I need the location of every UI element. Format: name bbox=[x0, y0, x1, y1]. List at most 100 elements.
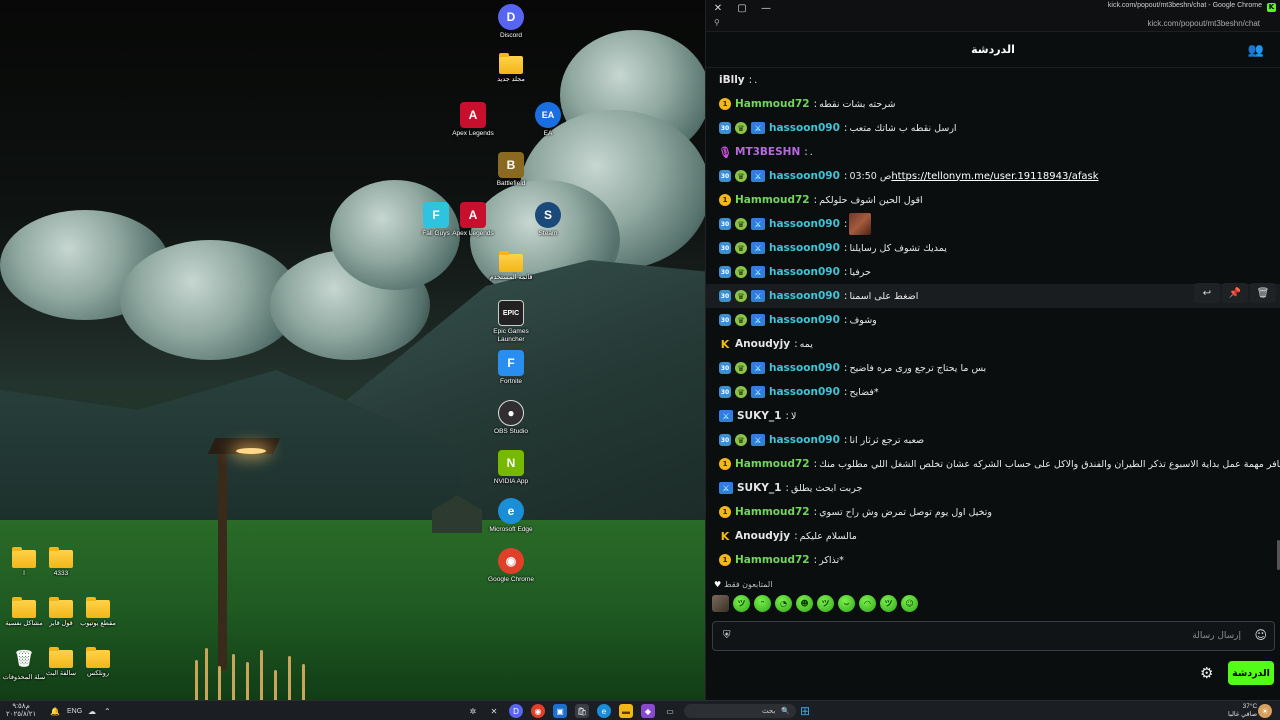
emote-icon[interactable]: ツ bbox=[880, 595, 897, 612]
emote-icon[interactable]: ☻ bbox=[796, 595, 813, 612]
app-taskbar-icon-2[interactable]: ◆ bbox=[641, 703, 655, 719]
emote-icon[interactable]: ☺ bbox=[901, 595, 918, 612]
desktop-icon-edge[interactable]: e Microsoft Edge bbox=[481, 498, 541, 534]
reply-icon[interactable]: ↩ bbox=[1194, 283, 1220, 303]
desktop-icon-nvidia[interactable]: N NVIDIA App bbox=[481, 450, 541, 486]
emote-icon[interactable]: ◔ bbox=[775, 595, 792, 612]
chat-username[interactable]: Hammoud72 bbox=[735, 458, 810, 470]
chat-username[interactable]: hassoon090 bbox=[769, 362, 840, 374]
chat-message[interactable]: 30 ♛ ⚔ hassoon090: bbox=[706, 212, 1280, 236]
chat-message[interactable]: 1 Hammoud72: تذاكر* bbox=[706, 548, 1280, 572]
chat-username[interactable]: hassoon090 bbox=[769, 314, 840, 326]
language-indicator[interactable]: ENG bbox=[67, 703, 82, 719]
chat-username[interactable]: Hammoud72 bbox=[735, 98, 810, 110]
chat-username[interactable]: hassoon090 bbox=[769, 290, 840, 302]
chat-username[interactable]: iBlly bbox=[719, 74, 745, 86]
address-bar[interactable]: ⚲ kick.com/popout/mt3beshn/chat bbox=[706, 16, 1280, 32]
taskbar-search[interactable]: بحث 🔍 bbox=[684, 704, 796, 718]
chat-message[interactable]: 1 Hammoud72: وتخيل اول يوم توصل تمرض وش ر… bbox=[706, 500, 1280, 524]
emote-icon[interactable]: ツ bbox=[817, 595, 834, 612]
desktop-icon-epic-games[interactable]: EPIC Epic Games Launcher bbox=[481, 300, 541, 344]
desktop-icon-ea[interactable]: EA EA bbox=[518, 102, 578, 138]
desktop-icon-apex-legends[interactable]: A Apex Legends bbox=[443, 102, 503, 138]
chat-username[interactable]: hassoon090 bbox=[769, 218, 840, 230]
chat-message[interactable]: 30 ♛ ⚔ hassoon090: ارسل نقطه ب شاتك متعب bbox=[706, 116, 1280, 140]
chat-username[interactable]: Hammoud72 bbox=[735, 506, 810, 518]
app-taskbar-icon[interactable]: ▣ bbox=[553, 703, 567, 719]
chat-username[interactable]: MT3BESHN bbox=[735, 146, 800, 158]
chat-username[interactable]: SUKY_1 bbox=[737, 482, 781, 494]
desktop-icon-apex-legends-2[interactable]: A Apex Legends bbox=[443, 202, 503, 238]
desktop-icon-folder[interactable]: قائمة المستخدم bbox=[481, 250, 541, 282]
tool-icon[interactable]: ✕ bbox=[487, 703, 501, 719]
desktop-icon-discord[interactable]: D Discord bbox=[481, 4, 541, 40]
discord-taskbar-icon[interactable]: D bbox=[509, 703, 523, 719]
desktop-icon-folder[interactable]: 4333 bbox=[31, 546, 91, 578]
chat-message[interactable]: ⚔ SUKY_1: جربت ابحث يطلق bbox=[706, 476, 1280, 500]
site-info-icon[interactable]: ⚲ bbox=[714, 18, 720, 27]
chat-message[interactable]: 30 ♛ ⚔ hassoon090: يمديك تشوف كل رسايلنا bbox=[706, 236, 1280, 260]
chat-message[interactable]: K Anoudyjy: يمه bbox=[706, 332, 1280, 356]
delete-icon[interactable]: 🗑 bbox=[1250, 283, 1276, 303]
chat-username[interactable]: hassoon090 bbox=[769, 266, 840, 278]
close-window-button[interactable]: ✕ bbox=[706, 0, 730, 16]
settings-gear-icon[interactable]: ⚙ bbox=[1200, 664, 1213, 682]
store-taskbar-icon[interactable]: 🛍 bbox=[575, 703, 589, 719]
chat-username[interactable]: hassoon090 bbox=[769, 122, 840, 134]
desktop-icon-new-folder[interactable]: مجلد جديد bbox=[481, 52, 541, 84]
desktop-icon-fortnite[interactable]: F Fortnite bbox=[481, 350, 541, 386]
desktop-icon-folder[interactable]: رونلكس bbox=[68, 646, 128, 678]
chat-message[interactable]: 🎙 MT3BESHN: . bbox=[706, 140, 1280, 164]
maximize-window-button[interactable]: ▢ bbox=[730, 0, 754, 16]
emoji-icon[interactable]: ☺ bbox=[1254, 628, 1267, 642]
desktop-icon-folder[interactable]: مقطع يوتيوب bbox=[68, 596, 128, 628]
chat-username[interactable]: Hammoud72 bbox=[735, 554, 810, 566]
chat-username[interactable]: SUKY_1 bbox=[737, 410, 781, 422]
start-button[interactable]: ⊞ bbox=[798, 703, 812, 719]
chat-username[interactable]: Anoudyjy bbox=[735, 338, 790, 350]
emote-icon[interactable] bbox=[712, 595, 729, 612]
emote-icon[interactable]: ツ bbox=[733, 595, 750, 612]
users-icon[interactable]: 👥 bbox=[1248, 43, 1264, 58]
emote-icon[interactable]: ᵔ bbox=[754, 595, 771, 612]
chat-message[interactable]: 1 Hammoud72: شرحته بشات نقطه bbox=[706, 92, 1280, 116]
emote-icon[interactable]: ◠ bbox=[859, 595, 876, 612]
chrome-taskbar-icon[interactable]: ◉ bbox=[531, 703, 545, 719]
chat-message[interactable]: 30 ♛ ⚔ hassoon090: حرفيا bbox=[706, 260, 1280, 284]
edge-taskbar-icon[interactable]: e bbox=[597, 703, 611, 719]
chat-username[interactable]: hassoon090 bbox=[769, 386, 840, 398]
chat-message[interactable]: 30 ♛ ⚔ hassoon090: بس ما يحتاج ترجع ورى مره… bbox=[706, 356, 1280, 380]
desktop-icon-steam[interactable]: S Steam bbox=[518, 202, 578, 238]
chat-send-button[interactable]: الدردشة bbox=[1228, 661, 1274, 685]
chat-message[interactable]: 1 Hammoud72: تخيل تسافر مهمة عمل بداية ال… bbox=[706, 452, 1280, 476]
chat-message[interactable]: iBlly: . bbox=[706, 68, 1280, 92]
task-view-icon[interactable]: ▭ bbox=[663, 703, 677, 719]
shield-icon[interactable]: ⛨ bbox=[723, 630, 731, 641]
chat-username[interactable]: Anoudyjy bbox=[735, 530, 790, 542]
chat-message-link[interactable]: https://tellonym.me/user.19118943/afask bbox=[891, 171, 1098, 182]
chat-message[interactable]: 1 Hammoud72: اقول الحين اشوف حلولكم bbox=[706, 188, 1280, 212]
chat-message[interactable]: 30 ♛ ⚔ hassoon090: صعبه ترجع ثرثار انا bbox=[706, 428, 1280, 452]
pin-icon[interactable]: 📌 bbox=[1222, 283, 1248, 303]
clock[interactable]: م٩:٥٨ ٢٠٢٥/٨/٢١ bbox=[6, 703, 36, 719]
chat-username[interactable]: hassoon090 bbox=[769, 242, 840, 254]
desktop-icon-obs[interactable]: ● OBS Studio bbox=[481, 400, 541, 436]
message-input[interactable] bbox=[743, 627, 1241, 645]
chat-message[interactable]: 30 ♛ ⚔ hassoon090: فضايح* bbox=[706, 380, 1280, 404]
minimize-window-button[interactable]: — bbox=[754, 0, 778, 16]
chat-message[interactable]: 30 ♛ ⚔ hassoon090: وشوف bbox=[706, 308, 1280, 332]
chat-username[interactable]: Hammoud72 bbox=[735, 194, 810, 206]
chat-message-list[interactable]: iBlly: . 1 Hammoud72: شرحته بشات نقطه 30 ♛ ⚔ h… bbox=[706, 68, 1280, 572]
notification-bell-icon[interactable]: 🔔 bbox=[50, 703, 60, 719]
chat-message[interactable]: K Anoudyjy: مالسلام عليكم bbox=[706, 524, 1280, 548]
chat-username[interactable]: hassoon090 bbox=[769, 434, 840, 446]
copilot-icon[interactable]: ✲ bbox=[466, 703, 480, 719]
file-explorer-icon[interactable]: ▬ bbox=[619, 703, 633, 719]
emote-icon[interactable]: ⌣ bbox=[838, 595, 855, 612]
desktop-icon-chrome[interactable]: ◉ Google Chrome bbox=[481, 548, 541, 584]
chat-message[interactable]: ⚔ SUKY_1: لا bbox=[706, 404, 1280, 428]
desktop-icon-battlefield[interactable]: B Battlefield bbox=[481, 152, 541, 188]
chat-username[interactable]: hassoon090 bbox=[769, 170, 840, 182]
weather-widget[interactable]: 37°C صافي غالبا bbox=[1228, 703, 1257, 719]
chat-message[interactable]: 30 ♛ ⚔ hassoon090: 03:50 ص https://tellonym.… bbox=[706, 164, 1280, 188]
